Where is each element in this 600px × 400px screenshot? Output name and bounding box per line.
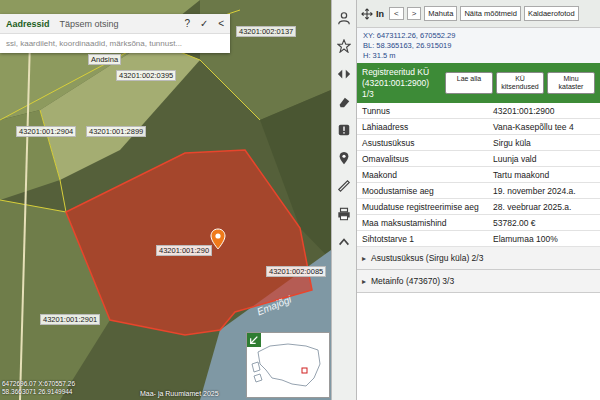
parcel-label[interactable]: 43201:001:290 bbox=[156, 245, 212, 256]
search-tabs: Aadressid Täpsem otsing ? ✓ < bbox=[0, 14, 230, 33]
row-label: Moodustamise aeg bbox=[357, 184, 489, 198]
table-row: Sihtotstarve 1 Elamumaa 100% bbox=[357, 231, 600, 247]
parcel-label[interactable]: Andsina bbox=[88, 54, 121, 65]
pin-icon bbox=[337, 151, 351, 165]
row-label: Maa maksustamishind bbox=[357, 216, 489, 230]
header-button[interactable]: Lae alla bbox=[445, 72, 493, 94]
arrows-icon bbox=[337, 67, 351, 81]
parcel-label[interactable]: 43201:001:2899 bbox=[86, 126, 146, 137]
table-row: Asustusüksus Sirgu küla bbox=[357, 135, 600, 151]
row-value: Sirgu küla bbox=[489, 136, 600, 150]
user-icon bbox=[337, 11, 351, 25]
tool-button[interactable] bbox=[334, 176, 354, 196]
table-row: Moodustamise aeg 19. november 2024.a. bbox=[357, 183, 600, 199]
eraser-icon bbox=[337, 95, 351, 109]
cursor-coordinates: 6472696.07 X:670557.2658.3663071 26.9149… bbox=[2, 380, 75, 396]
star-icon bbox=[337, 39, 351, 53]
tool-button[interactable] bbox=[334, 120, 354, 140]
tool-button[interactable] bbox=[334, 64, 354, 84]
search-tab[interactable]: Aadressid bbox=[6, 19, 50, 29]
row-value: 53782.00 € bbox=[489, 216, 600, 230]
position-line: BL: 58.365163, 26.915019 bbox=[363, 41, 594, 51]
position-line: XY: 6473112.26, 670552.29 bbox=[363, 31, 594, 41]
move-icon[interactable] bbox=[361, 8, 373, 20]
parcel-header: Registreeritud KÜ (43201:001:2900) 1/3 L… bbox=[357, 63, 600, 103]
table-row: Lähiaadress Vana-Kasepõllu tee 4 bbox=[357, 119, 600, 135]
row-label: Lähiaadress bbox=[357, 120, 489, 134]
parcel-label[interactable]: 43201:001:2904 bbox=[16, 126, 76, 137]
expand-icon: ▸ bbox=[362, 277, 366, 286]
table-row: Tunnus 43201:001:2900 bbox=[357, 103, 600, 119]
tool-button[interactable] bbox=[334, 8, 354, 28]
parcel-area[interactable] bbox=[66, 150, 312, 335]
row-value: Luunja vald bbox=[489, 152, 600, 166]
search-input[interactable]: ssi, kaardileht, koordinaadid, märksõna,… bbox=[0, 33, 230, 53]
parcel-label[interactable]: 43201:002:0137 bbox=[236, 26, 296, 37]
table-row: Muudatuse registreerimise aeg 28. veebru… bbox=[357, 199, 600, 215]
header-button[interactable]: Minu kataster bbox=[547, 72, 595, 94]
collapsible-section[interactable]: ▸ Metainfo (473670) 3/3 bbox=[357, 270, 600, 293]
panel-topbar: In <> MahutaNäita mõõtmeidKaldaerofotod bbox=[357, 0, 600, 28]
coordinate-line: 58.3663071 26.9149944 bbox=[2, 388, 75, 396]
tool-button[interactable] bbox=[334, 232, 354, 252]
search-action[interactable]: < bbox=[218, 18, 224, 29]
overview-map[interactable] bbox=[246, 332, 330, 398]
parcel-title: Registreeritud KÜ (43201:001:2900) 1/3 bbox=[362, 67, 441, 99]
expand-icon: ▸ bbox=[362, 254, 366, 263]
tool-button[interactable] bbox=[334, 204, 354, 224]
tool-button[interactable] bbox=[334, 36, 354, 56]
parcel-label[interactable]: 43201:002:0085 bbox=[266, 266, 326, 277]
nav-button[interactable]: > bbox=[407, 7, 422, 20]
search-panel: Aadressid Täpsem otsing ? ✓ < ssi, kaardile… bbox=[0, 14, 230, 53]
row-value: 28. veebruar 2025.a. bbox=[489, 200, 600, 214]
coordinate-line: 6472696.07 X:670557.26 bbox=[2, 380, 75, 388]
search-action[interactable]: ? bbox=[185, 18, 191, 29]
overview-toggle[interactable] bbox=[247, 333, 261, 347]
header-button[interactable]: KÜ kitsendused bbox=[496, 72, 544, 94]
parcel-label[interactable]: 43201:001:2901 bbox=[40, 314, 100, 325]
row-value: Vana-Kasepõllu tee 4 bbox=[489, 120, 600, 134]
parcel-table: Tunnus 43201:001:2900Lähiaadress Vana-Ka… bbox=[357, 103, 600, 247]
table-row: Maakond Tartu maakond bbox=[357, 167, 600, 183]
tool-button[interactable] bbox=[334, 148, 354, 168]
row-label: Muudatuse registreerimise aeg bbox=[357, 200, 489, 214]
toolbar-button[interactable]: Kaldaerofotod bbox=[524, 6, 579, 21]
toolbar-button[interactable]: Näita mõõtmeid bbox=[460, 6, 521, 21]
parcel-label[interactable]: 43201:002:0395 bbox=[116, 70, 176, 81]
section-label: Asustusüksus (Sirgu küla) 2/3 bbox=[371, 253, 483, 263]
position-line: H: 31.5 m bbox=[363, 51, 594, 61]
row-label: Omavalitsus bbox=[357, 152, 489, 166]
section-label: Metainfo (473670) 3/3 bbox=[371, 276, 454, 286]
location-pin-icon[interactable] bbox=[210, 228, 226, 250]
attribution: Maa- ja Ruumiamet 2025 bbox=[140, 390, 219, 397]
row-label: Asustusüksus bbox=[357, 136, 489, 150]
row-label: Maakond bbox=[357, 168, 489, 182]
nav-button[interactable]: < bbox=[389, 7, 404, 20]
search-action[interactable]: ✓ bbox=[200, 18, 208, 29]
alert-icon bbox=[337, 123, 351, 137]
row-value: Elamumaa 100% bbox=[489, 232, 600, 246]
panel-title: In bbox=[376, 9, 384, 19]
row-label: Sihtotstarve 1 bbox=[357, 232, 489, 246]
toolbar-button[interactable]: Mahuta bbox=[424, 6, 457, 21]
search-tab[interactable]: Täpsem otsing bbox=[60, 19, 119, 29]
chevron-icon bbox=[337, 235, 351, 249]
tool-button[interactable] bbox=[334, 92, 354, 112]
row-value: 19. november 2024.a. bbox=[489, 184, 600, 198]
arrow-icon bbox=[249, 335, 259, 345]
row-value: 43201:001:2900 bbox=[489, 104, 600, 118]
position-info: XY: 6473112.26, 670552.29BL: 58.365163, … bbox=[357, 28, 600, 63]
print-icon bbox=[337, 207, 351, 221]
map-canvas[interactable]: Aadressid Täpsem otsing ? ✓ < ssi, kaardile… bbox=[0, 0, 331, 400]
row-value: Tartu maakond bbox=[489, 168, 600, 182]
ruler-icon bbox=[337, 179, 351, 193]
info-panel: In <> MahutaNäita mõõtmeidKaldaerofotod … bbox=[357, 0, 600, 400]
table-row: Maa maksustamishind 53782.00 € bbox=[357, 215, 600, 231]
row-label: Tunnus bbox=[357, 104, 489, 118]
collapsible-section[interactable]: ▸ Asustusüksus (Sirgu küla) 2/3 bbox=[357, 247, 600, 270]
map-app: Aadressid Täpsem otsing ? ✓ < ssi, kaardile… bbox=[0, 0, 600, 400]
table-row: Omavalitsus Luunja vald bbox=[357, 151, 600, 167]
map-toolbar bbox=[331, 0, 357, 400]
